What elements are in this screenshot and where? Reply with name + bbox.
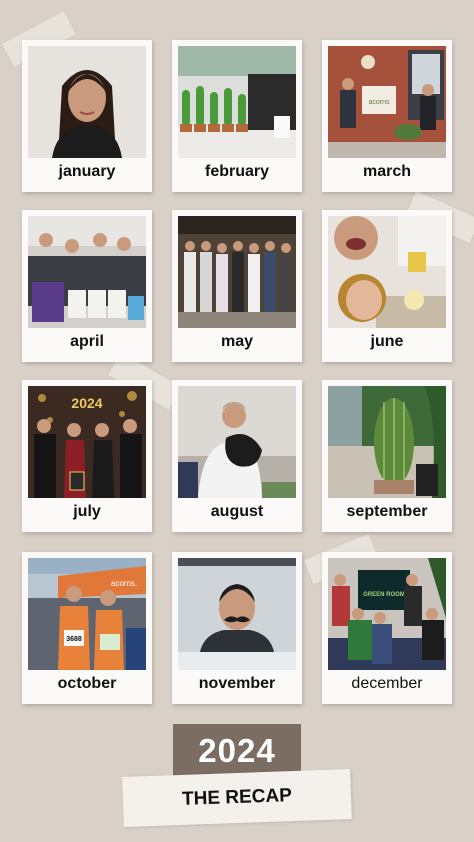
recap-board: january february acorns march april may … [0,0,474,842]
photo-july: 2024 [28,386,146,498]
caption-august: august [210,503,264,520]
polaroid-november: november [172,552,302,704]
polaroid-october: acorns. 3688 october [22,552,152,704]
polaroid-june: june [322,210,452,362]
photo-october: acorns. 3688 [28,558,146,670]
march-sign-text: acorns [368,99,390,106]
caption-september: september [346,503,428,520]
photo-april [28,216,146,328]
recap-title: THE RECAP [122,769,352,827]
polaroid-july: 2024 july [22,380,152,532]
photo-september [328,386,446,498]
year-title: 2024 [173,724,301,778]
photo-march: acorns [328,46,446,158]
photo-january [28,46,146,158]
caption-january: january [58,163,116,180]
caption-june: june [370,333,404,350]
polaroid-may: may [172,210,302,362]
photo-may [178,216,296,328]
caption-may: may [220,333,254,350]
caption-november: november [198,675,276,692]
december-screen-text: GREEN ROOM [363,592,405,598]
photo-june [328,216,446,328]
polaroid-march: acorns march [322,40,452,192]
photo-august [178,386,296,498]
caption-march: march [362,163,412,180]
caption-october: october [57,675,117,692]
caption-july: july [73,503,101,520]
polaroid-february: february [172,40,302,192]
photo-february [178,46,296,158]
caption-april: april [70,333,104,350]
polaroid-december: GREEN ROOM december [322,552,452,704]
october-banner-text: acorns. [111,579,137,588]
july-banner-text: 2024 [71,395,102,411]
october-bib-text: 3688 [66,636,82,643]
caption-december: december [351,675,423,692]
polaroid-january: january [22,40,152,192]
polaroid-april: april [22,210,152,362]
photo-november [178,558,296,670]
photo-december: GREEN ROOM [328,558,446,670]
polaroid-august: august [172,380,302,532]
caption-february: february [204,163,270,180]
polaroid-september: september [322,380,452,532]
